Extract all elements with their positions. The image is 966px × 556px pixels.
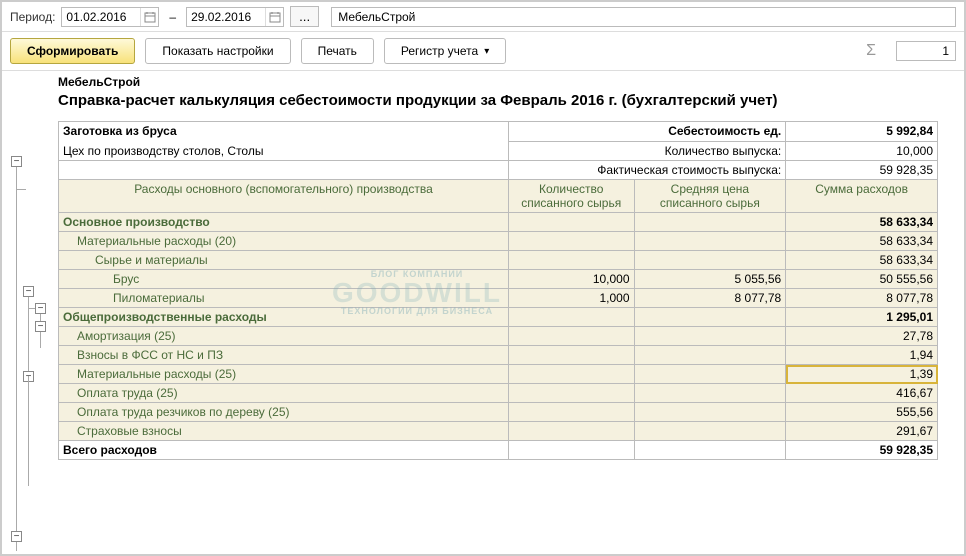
organization-field[interactable]: МебельСтрой bbox=[331, 7, 956, 27]
row-desc[interactable]: Брус bbox=[59, 270, 509, 289]
qty-value: 10,000 bbox=[786, 141, 938, 161]
fact-label: Фактическая стоимость выпуска: bbox=[508, 161, 785, 180]
row-price[interactable]: 8 077,78 bbox=[634, 289, 786, 308]
col-desc: Расходы основного (вспомогательного) про… bbox=[59, 180, 509, 213]
tree-toggle[interactable]: − bbox=[35, 321, 46, 332]
row-desc[interactable]: Взносы в ФСС от НС и ПЗ bbox=[59, 346, 509, 365]
row-qty[interactable] bbox=[508, 422, 634, 441]
row-sum[interactable]: 50 555,56 bbox=[786, 270, 938, 289]
row-price[interactable] bbox=[634, 213, 786, 232]
info-table: Заготовка из бруса Цех по производству с… bbox=[58, 121, 938, 180]
row-price[interactable] bbox=[634, 232, 786, 251]
tree-toggle[interactable]: − bbox=[23, 286, 34, 297]
row-price[interactable] bbox=[634, 327, 786, 346]
row-desc[interactable]: Материальные расходы (25) bbox=[59, 365, 509, 384]
cost-table: Расходы основного (вспомогательного) про… bbox=[58, 179, 938, 460]
row-desc[interactable]: Оплата труда резчиков по дереву (25) bbox=[59, 403, 509, 422]
row-price[interactable] bbox=[634, 365, 786, 384]
row-price[interactable] bbox=[634, 422, 786, 441]
col-qty: Количество списанного сырья bbox=[508, 180, 634, 213]
report-title: Справка-расчет калькуляция себестоимости… bbox=[58, 91, 964, 111]
cost-unit-label: Себестоимость ед. bbox=[508, 122, 785, 142]
row-desc[interactable]: Амортизация (25) bbox=[59, 327, 509, 346]
date-from-input[interactable] bbox=[62, 8, 140, 26]
date-to-input[interactable] bbox=[187, 8, 265, 26]
col-price: Средняя цена списанного сырья bbox=[634, 180, 786, 213]
row-sum[interactable]: 58 633,34 bbox=[786, 213, 938, 232]
row-qty[interactable] bbox=[508, 308, 634, 327]
date-dash: – bbox=[165, 10, 180, 24]
tree-toggle[interactable]: − bbox=[11, 156, 22, 167]
row-qty[interactable]: 10,000 bbox=[508, 270, 634, 289]
register-label: Регистр учета bbox=[401, 44, 478, 58]
row-sum[interactable]: 27,78 bbox=[786, 327, 938, 346]
row-sum[interactable]: 1 295,01 bbox=[786, 308, 938, 327]
row-sum[interactable]: 58 633,34 bbox=[786, 232, 938, 251]
row-qty[interactable] bbox=[508, 365, 634, 384]
period-picker-button[interactable]: ... bbox=[290, 6, 319, 27]
row-desc[interactable]: Пиломатериалы bbox=[59, 289, 509, 308]
row-price[interactable] bbox=[634, 403, 786, 422]
row-desc[interactable]: Сырье и материалы bbox=[59, 251, 509, 270]
row-desc[interactable]: Общепроизводственные расходы bbox=[59, 308, 509, 327]
row-sum[interactable]: 416,67 bbox=[786, 384, 938, 403]
row-desc[interactable]: Оплата труда (25) bbox=[59, 384, 509, 403]
row-qty[interactable] bbox=[508, 403, 634, 422]
chevron-down-icon: ▾ bbox=[484, 46, 489, 57]
tree-toggle[interactable]: − bbox=[35, 303, 46, 314]
row-qty[interactable] bbox=[508, 232, 634, 251]
row-price[interactable]: 5 055,56 bbox=[634, 270, 786, 289]
row-qty[interactable] bbox=[508, 213, 634, 232]
row-price[interactable] bbox=[634, 308, 786, 327]
row-qty[interactable] bbox=[508, 384, 634, 403]
qty-label: Количество выпуска: bbox=[508, 141, 785, 161]
row-sum[interactable]: 1,94 bbox=[786, 346, 938, 365]
row-sum[interactable]: 291,67 bbox=[786, 422, 938, 441]
total-label: Всего расходов bbox=[59, 441, 509, 460]
cost-unit-value: 5 992,84 bbox=[786, 122, 938, 142]
row-price[interactable] bbox=[634, 251, 786, 270]
sigma-icon[interactable]: Σ bbox=[856, 42, 886, 60]
row-sum[interactable]: 1,39 bbox=[786, 365, 938, 384]
col-sum: Сумма расходов bbox=[786, 180, 938, 213]
row-sum[interactable]: 8 077,78 bbox=[786, 289, 938, 308]
register-button[interactable]: Регистр учета ▾ bbox=[384, 38, 506, 64]
row-sum[interactable]: 555,56 bbox=[786, 403, 938, 422]
print-button[interactable]: Печать bbox=[301, 38, 374, 64]
row-sum[interactable]: 58 633,34 bbox=[786, 251, 938, 270]
fact-value: 59 928,35 bbox=[786, 161, 938, 180]
row-qty[interactable] bbox=[508, 251, 634, 270]
org-title: МебельСтрой bbox=[58, 75, 964, 89]
date-from-group[interactable] bbox=[61, 7, 159, 27]
total-sum: 59 928,35 bbox=[786, 441, 938, 460]
generate-button[interactable]: Сформировать bbox=[10, 38, 135, 64]
period-label: Период: bbox=[10, 10, 55, 24]
row-desc[interactable]: Страховые взносы bbox=[59, 422, 509, 441]
workshop: Цех по производству столов, Столы bbox=[63, 144, 504, 158]
show-settings-button[interactable]: Показать настройки bbox=[145, 38, 290, 64]
product-name: Заготовка из бруса bbox=[63, 124, 504, 138]
tree-toggle[interactable]: − bbox=[11, 531, 22, 542]
row-price[interactable] bbox=[634, 346, 786, 365]
calendar-icon[interactable] bbox=[265, 8, 283, 26]
row-desc[interactable]: Основное производство bbox=[59, 213, 509, 232]
outline-gutter: − − − − − − bbox=[2, 71, 58, 551]
row-desc[interactable]: Материальные расходы (20) bbox=[59, 232, 509, 251]
date-to-group[interactable] bbox=[186, 7, 284, 27]
row-qty[interactable] bbox=[508, 327, 634, 346]
calendar-icon[interactable] bbox=[140, 8, 158, 26]
row-qty[interactable] bbox=[508, 346, 634, 365]
row-qty[interactable]: 1,000 bbox=[508, 289, 634, 308]
row-price[interactable] bbox=[634, 384, 786, 403]
page-indicator[interactable]: 1 bbox=[896, 41, 956, 61]
